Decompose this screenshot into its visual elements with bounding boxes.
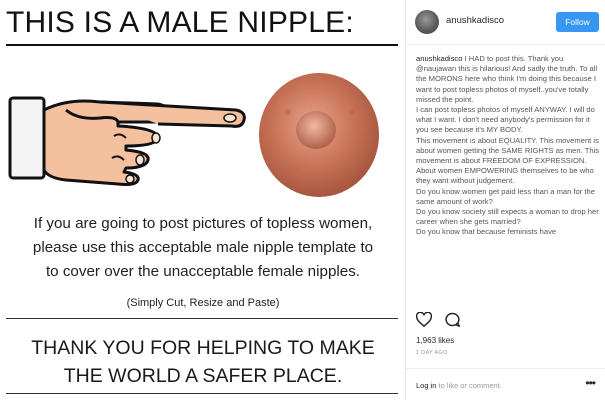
likes-count[interactable]: 1,963 likes (416, 336, 454, 345)
instructions-line: to cover over the unacceptable female ni… (45, 263, 361, 280)
caption-username[interactable]: anushkadisco (416, 54, 462, 63)
divider (6, 393, 398, 394)
divider (6, 318, 398, 319)
login-prompt: Log in to like or comment. (416, 381, 502, 390)
login-link[interactable]: Log in (416, 381, 436, 390)
post-header: anushkadisco Follow (406, 0, 605, 45)
heart-icon[interactable] (415, 311, 433, 332)
subnote-text: (Simply Cut, Resize and Paste) (126, 297, 280, 309)
caption-line: About women EMPOWERING themselves to be … (416, 166, 594, 186)
post-image[interactable]: THIS IS A MALE NIPPLE: If you are going … (0, 0, 405, 400)
comment-icon[interactable] (444, 312, 462, 332)
caption-line: anushkadisco I HAD to post this. Thank y… (416, 54, 600, 105)
image-headline: THIS IS A MALE NIPPLE: (6, 6, 354, 39)
post-caption: anushkadisco I HAD to post this. Thank y… (416, 54, 600, 306)
login-rest-text: to like or comment. (438, 381, 502, 390)
thanks-line: THANK YOU FOR HELPING TO MAKE (31, 337, 375, 359)
instructions-line: If you are going to post pictures of top… (33, 215, 373, 232)
caption-line: Do you know that because feminists have (416, 227, 557, 237)
comment-bar: Log in to like or comment. ••• (406, 368, 605, 401)
more-options-icon[interactable]: ••• (585, 376, 596, 390)
post-timestamp: 1 DAY AGO (416, 350, 448, 356)
pointing-hand-icon (8, 96, 246, 186)
instructions-line: please use this acceptable male nipple t… (32, 239, 374, 256)
caption-line: Do you know women get paid less than a m… (416, 186, 595, 206)
caption-line: I can post topless photos of myself ANYW… (416, 105, 595, 135)
nipple-photo (259, 73, 379, 197)
thanks-text: THANK YOU FOR HELPING TO MAKE THE WORLD … (10, 334, 396, 390)
post-actions (415, 311, 476, 328)
header-username[interactable]: anushkadisco (446, 15, 504, 26)
caption-line: Do you know society still expects a woma… (416, 207, 599, 227)
avatar[interactable] (415, 10, 439, 34)
instructions-text: If you are going to post pictures of top… (10, 212, 396, 284)
thanks-line: THE WORLD A SAFER PLACE. (63, 365, 343, 387)
post-sidebar: anushkadisco Follow anushkadisco I HAD t… (405, 0, 605, 400)
follow-button[interactable]: Follow (556, 12, 599, 32)
headline-underline (6, 44, 398, 46)
caption-line: This movement is about EQUALITY. This mo… (416, 135, 600, 166)
